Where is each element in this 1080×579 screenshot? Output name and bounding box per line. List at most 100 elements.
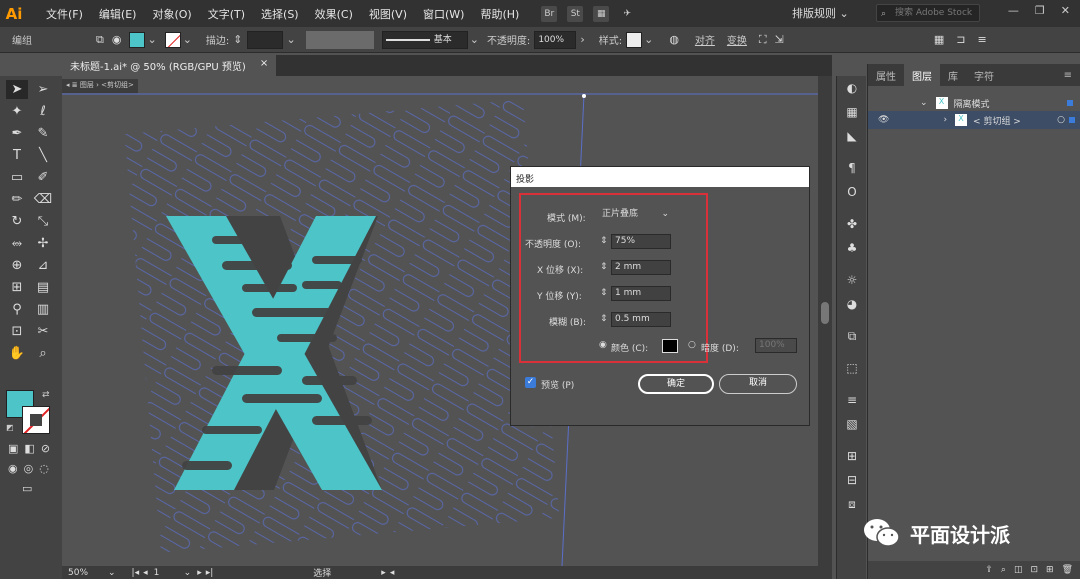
transform-icon[interactable]: ⧉ [96,33,104,47]
menu-icon[interactable]: ≡ [977,33,986,46]
curvature-tool-icon[interactable]: ✎ [32,124,54,143]
panel-menu-icon[interactable]: ≡ [1056,64,1080,86]
document-tab[interactable]: 未标题-1.ai* @ 50% (RGB/GPU 预览) × [62,55,277,76]
selection-tool-icon[interactable]: ➤ [6,80,28,99]
menu-help[interactable]: 帮助(H) [472,6,527,22]
color-mode-icon[interactable]: ▣ [8,442,18,455]
gradient-panel-icon[interactable]: ▧ [837,412,867,436]
transform-link[interactable]: 变换 [727,32,747,47]
screen-mode-icon[interactable]: ▭ [22,482,32,495]
close-tab-icon[interactable]: × [260,58,268,73]
menu-effect[interactable]: 效果(C) [307,6,361,22]
none-mode-icon[interactable]: ⊘ [41,442,50,455]
chevron-down-icon[interactable]: ⌄ [184,568,192,578]
arrange-docs-icon[interactable]: ▦ [934,33,944,46]
swatches-panel-icon[interactable]: ▦ [837,100,867,124]
opacity-field[interactable]: 100% [534,30,577,49]
pen-tool-icon[interactable]: ✒ [6,124,28,143]
mode-select[interactable]: 正片叠底 ⌄ [599,208,671,223]
workspace-switcher[interactable]: 排版规则 ⌄ [792,5,849,21]
globe-icon[interactable]: ◍ [669,33,679,46]
type-tool-icon[interactable]: T [6,146,28,165]
color-guide-icon[interactable]: ◣ [837,124,867,148]
next-artboard-icon[interactable]: ▸ [197,568,202,578]
y-offset-stepper[interactable]: ⇕ [600,288,608,298]
symbols-panel-icon[interactable]: ♣ [837,236,867,260]
prev-artboard-icon[interactable]: ◂ [143,568,148,578]
variable-width-profile[interactable] [305,30,374,49]
ok-button[interactable]: 确定 [638,374,714,394]
eyedropper-tool-icon[interactable]: ⚲ [6,300,28,319]
chevron-down-icon[interactable]: ⌄ [287,33,296,46]
lasso-tool-icon[interactable]: ℓ [32,102,54,121]
chevron-down-icon[interactable]: ⌄ [108,568,116,578]
stroke-style-select[interactable]: 基本 [381,30,468,49]
preview-checkbox[interactable]: ✓ [525,377,536,388]
shape-builder-icon[interactable]: ⊕ [6,256,28,275]
minimize-icon[interactable]: — [1008,4,1019,17]
layer-name[interactable]: 隔离模式 [954,97,990,110]
stroke-panel-icon[interactable]: ☼ [837,268,867,292]
menu-edit[interactable]: 编辑(E) [91,6,145,22]
tab-libraries[interactable]: 库 [940,64,966,86]
align-panel-icon[interactable]: ≡ [837,388,867,412]
fill-swatch[interactable] [129,31,146,48]
x-offset-field[interactable]: 2 mm [611,260,671,275]
shadow-color-swatch[interactable] [662,339,678,353]
trash-icon[interactable]: 🗑 [1062,565,1073,575]
arrange-icon[interactable]: ▦ [593,5,610,22]
slice-tool-icon[interactable]: ✂ [32,322,54,341]
recolor-icon[interactable]: ◉ [112,33,122,46]
export-icon[interactable]: ⇪ [985,565,993,575]
menu-object[interactable]: 对象(O) [144,6,199,22]
stock-icon[interactable]: St [567,5,584,22]
scroll-thumb[interactable] [821,302,829,324]
links-panel-icon[interactable]: ⧈ [837,492,867,516]
artboards-panel-icon[interactable]: ⊞ [837,444,867,468]
stroke-stepper[interactable]: ⇕ [233,33,242,46]
gradient-tool-icon[interactable]: ▤ [32,278,54,297]
default-colors-icon[interactable]: ◩ [6,423,14,432]
new-layer-icon[interactable]: ⊞ [1046,565,1054,575]
graph-tool-icon[interactable]: ▥ [32,300,54,319]
isolate-icon[interactable]: ⛶ [759,33,767,47]
breadcrumb-layer[interactable]: 图层 [80,81,94,89]
line-tool-icon[interactable]: ╲ [32,146,54,165]
scale-tool-icon[interactable]: ⤡ [32,212,54,231]
cancel-button[interactable]: 取消 [719,374,797,394]
menu-type[interactable]: 文字(T) [200,6,253,22]
pathfinder-panel-icon[interactable]: ⧉ [837,324,867,348]
chevron-right-icon[interactable]: › [943,115,947,125]
graphic-style-swatch[interactable] [626,31,643,48]
appearance-panel-icon[interactable]: ◕ [837,292,867,316]
vertical-scrollbar[interactable] [818,76,832,566]
eye-icon[interactable]: 👁 [878,115,889,125]
align-link[interactable]: 对齐 [695,32,715,47]
restore-icon[interactable]: ❐ [1035,4,1045,17]
color-panel-icon[interactable]: ◐ [837,76,867,100]
x-offset-stepper[interactable]: ⇕ [600,262,608,272]
artboard-tool-icon[interactable]: ⊡ [6,322,28,341]
draw-inside-icon[interactable]: ◌ [39,462,49,475]
rectangle-tool-icon[interactable]: ▭ [6,168,28,187]
chevron-down-icon[interactable]: ⌄ [147,33,156,46]
color-radio[interactable]: ◉ [599,340,607,350]
tab-properties[interactable]: 属性 [868,64,904,86]
zoom-tool-icon[interactable]: ⌕ [32,344,54,363]
stock-search-input[interactable]: ⌕ 搜索 Adobe Stock [876,4,980,22]
chevron-down-icon[interactable]: ⌄ [644,33,653,46]
opentype-panel-icon[interactable]: O [837,180,867,204]
rotate-tool-icon[interactable]: ↻ [6,212,28,231]
artboard-number[interactable]: 1 [154,568,184,578]
chevron-right-icon[interactable]: › [580,33,584,46]
blur-stepper[interactable]: ⇕ [600,314,608,324]
direct-selection-tool-icon[interactable]: ➢ [32,80,54,99]
close-icon[interactable]: ✕ [1061,4,1070,17]
menu-window[interactable]: 窗口(W) [415,6,472,22]
tab-character[interactable]: 字符 [966,64,1002,86]
perspective-grid-icon[interactable]: ⊿ [32,256,54,275]
chevron-right-icon[interactable]: ▸ [381,568,386,578]
chevron-down-icon[interactable]: ⌄ [470,33,479,46]
stroke-weight-field[interactable] [246,30,283,49]
mask-icon[interactable]: ⇲ [775,33,784,46]
